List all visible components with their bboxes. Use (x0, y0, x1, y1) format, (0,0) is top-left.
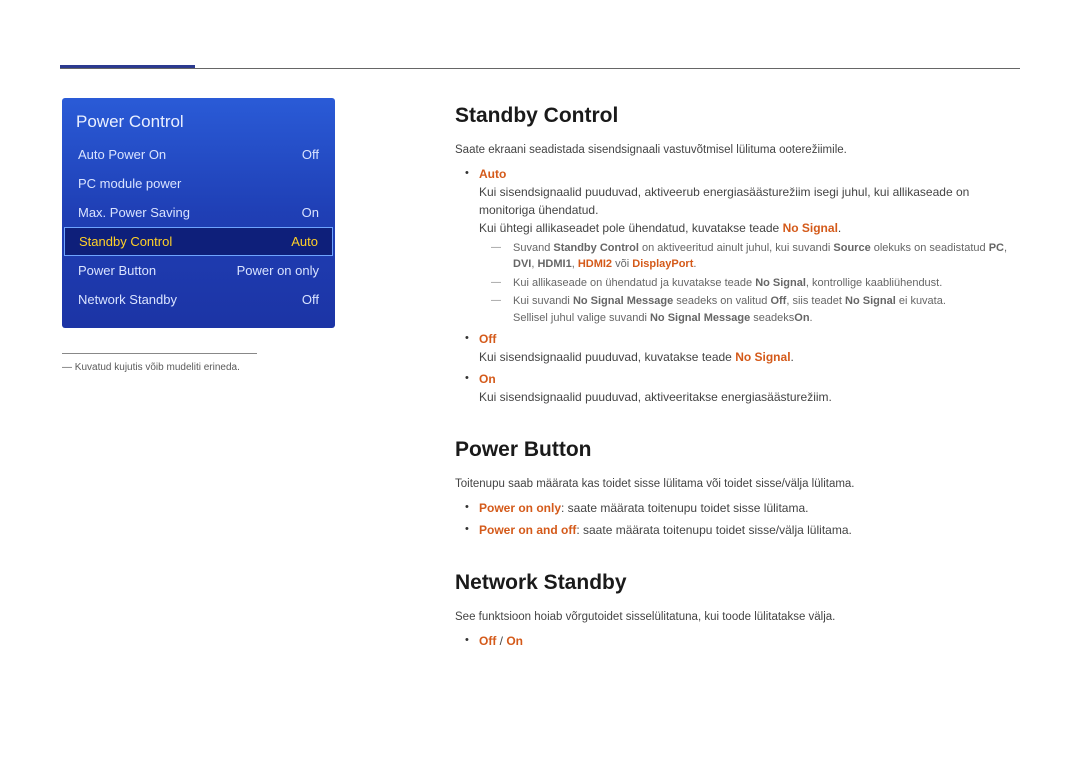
option-desc: Kui sisendsignaalid puuduvad, kuvatakse … (479, 350, 794, 364)
option-desc: Kui sisendsignaalid puuduvad, aktiveerit… (479, 390, 832, 404)
power-control-menu: Power Control Auto Power On Off PC modul… (62, 98, 335, 328)
menu-item-max-power-saving[interactable]: Max. Power Saving On (62, 198, 335, 227)
menu-item-label: Network Standby (78, 292, 177, 307)
power-button-option: Power on and off: saate määrata toitenup… (479, 521, 1010, 539)
menu-title: Power Control (62, 108, 335, 140)
menu-item-label: Auto Power On (78, 147, 166, 162)
footnote-divider (62, 353, 257, 354)
standby-option-off: Off Kui sisendsignaalid puuduvad, kuvata… (479, 330, 1010, 366)
menu-item-power-button[interactable]: Power Button Power on only (62, 256, 335, 285)
footnote-text: ― Kuvatud kujutis võib mudeliti erineda. (62, 362, 240, 373)
menu-item-auto-power-on[interactable]: Auto Power On Off (62, 140, 335, 169)
heading-standby-control: Standby Control (455, 100, 1010, 132)
option-desc2: Kui ühtegi allikaseadet pole ühendatud, … (479, 221, 841, 235)
note-item: Kui allikaseade on ühendatud ja kuvataks… (513, 275, 1010, 292)
network-option: Off / On (479, 632, 1010, 650)
network-intro: See funktsioon hoiab võrgutoidet sisselü… (455, 609, 1010, 626)
option-label: On (479, 372, 496, 386)
power-button-options: Power on only: saate määrata toitenupu t… (455, 499, 1010, 539)
menu-item-value: Off (302, 292, 319, 307)
standby-intro: Saate ekraani seadistada sisendsignaali … (455, 142, 1010, 159)
menu-item-value: Off (302, 147, 319, 162)
menu-item-pc-module-power[interactable]: PC module power (62, 169, 335, 198)
standby-options-list: Auto Kui sisendsignaalid puuduvad, aktiv… (455, 165, 1010, 407)
menu-item-value: Power on only (237, 263, 319, 278)
menu-item-network-standby[interactable]: Network Standby Off (62, 285, 335, 314)
menu-item-label: PC module power (78, 176, 181, 191)
menu-item-label: Max. Power Saving (78, 205, 190, 220)
header-divider (60, 68, 1020, 69)
menu-item-standby-control[interactable]: Standby Control Auto (64, 227, 333, 256)
power-button-option: Power on only: saate määrata toitenupu t… (479, 499, 1010, 517)
power-button-intro: Toitenupu saab määrata kas toidet sisse … (455, 476, 1010, 493)
network-options: Off / On (455, 632, 1010, 650)
note-item: Kui suvandi No Signal Message seadeks on… (513, 293, 1010, 326)
standby-auto-notes: Suvand Standby Control on aktiveeritud a… (479, 240, 1010, 327)
note-item: Suvand Standby Control on aktiveeritud a… (513, 240, 1010, 273)
option-label: Off (479, 332, 496, 346)
standby-option-auto: Auto Kui sisendsignaalid puuduvad, aktiv… (479, 165, 1010, 327)
option-desc: Kui sisendsignaalid puuduvad, aktiveerub… (479, 185, 969, 217)
heading-power-button: Power Button (455, 434, 1010, 466)
menu-item-value: On (302, 205, 319, 220)
menu-item-label: Power Button (78, 263, 156, 278)
content-area: Standby Control Saate ekraani seadistada… (455, 100, 1010, 654)
option-label: Auto (479, 167, 506, 181)
heading-network-standby: Network Standby (455, 567, 1010, 599)
menu-item-value: Auto (291, 234, 318, 249)
standby-option-on: On Kui sisendsignaalid puuduvad, aktivee… (479, 370, 1010, 406)
menu-item-label: Standby Control (79, 234, 172, 249)
